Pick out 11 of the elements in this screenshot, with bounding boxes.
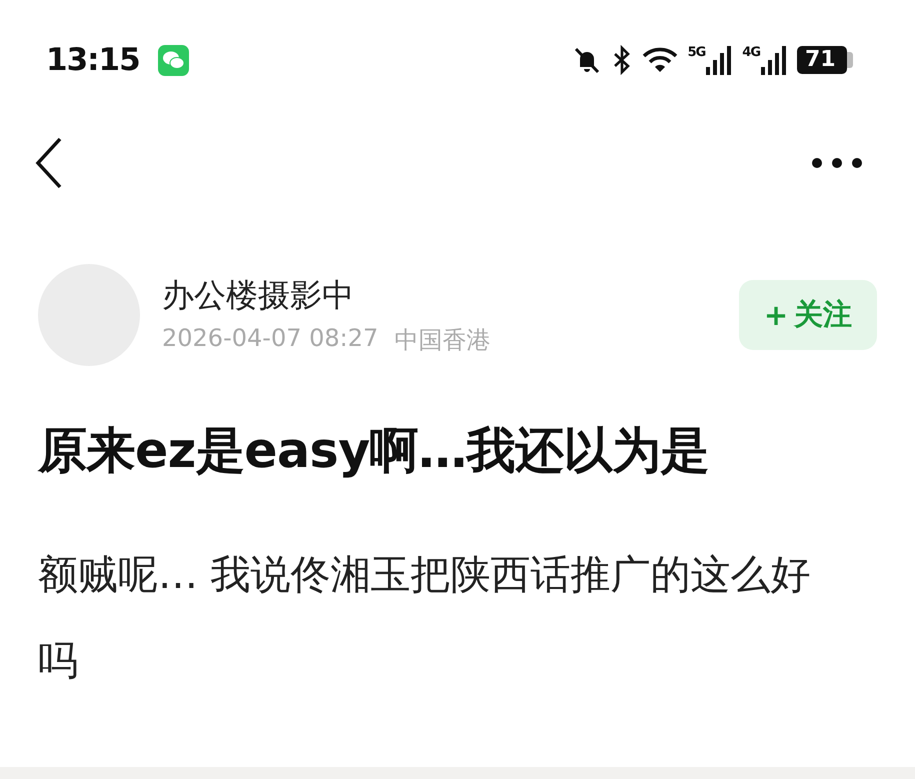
- author-name[interactable]: 办公楼摄影中: [162, 274, 739, 318]
- post-title: 原来ez是easy啊…我还以为是: [38, 421, 710, 481]
- bluetooth-icon: [612, 45, 632, 75]
- more-icon[interactable]: [811, 157, 863, 169]
- post-date: 2026-04-07 08:27: [162, 324, 378, 354]
- back-icon[interactable]: [34, 136, 64, 190]
- chat-app-icon: [158, 44, 189, 76]
- wifi-icon: [642, 46, 678, 74]
- post-body: 额贼呢… 我说佟湘玉把陕西话推广的这么好吗: [38, 551, 812, 686]
- post-location: 中国香港: [394, 325, 490, 356]
- status-time: 13:15: [46, 42, 140, 78]
